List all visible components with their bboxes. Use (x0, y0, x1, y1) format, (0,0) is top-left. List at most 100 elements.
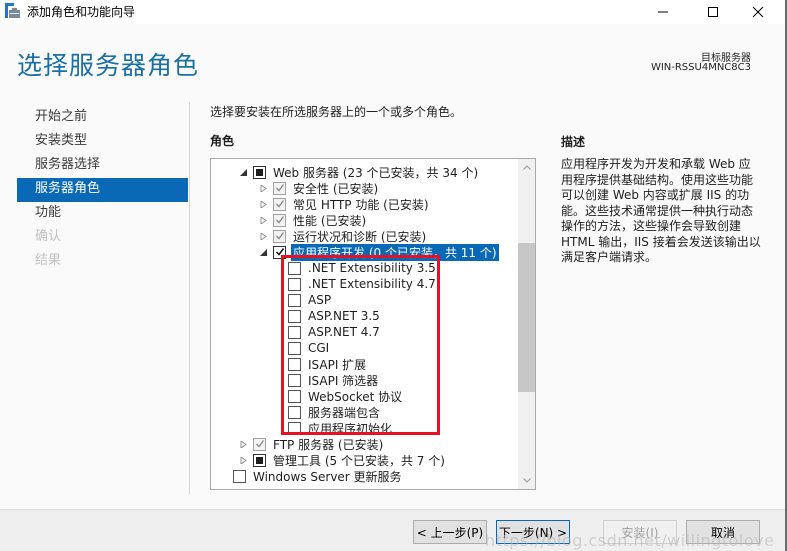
tree-item[interactable]: ISAPI 筛选器 (288, 372, 380, 388)
cancel-button[interactable]: 取消 (686, 520, 760, 544)
target-server-name: WIN-RSSU4MNC8C3 (650, 62, 751, 73)
tree-item-label[interactable]: .NET Extensibility 4.7 (306, 277, 438, 291)
checkmark-icon (275, 200, 284, 208)
vertical-scrollbar[interactable] (518, 159, 535, 489)
tree-item-label[interactable]: 应用程序开发 (0 个已安装，共 11 个) (291, 243, 499, 261)
collapsed-arrow-icon[interactable] (257, 182, 269, 194)
checkbox-unchecked[interactable] (233, 469, 246, 483)
intro-text: 选择要安装在所选服务器上的一个或多个角色。 (210, 105, 463, 119)
tree-item[interactable]: 性能 (已安装) (257, 212, 368, 228)
roles-tree[interactable]: Web 服务器 (23 个已安装，共 34 个) 安全性 (已安装) 常见 HTTP… (210, 158, 536, 490)
partial-indicator-icon (256, 456, 263, 464)
tree-item-label[interactable]: 管理工具 (5 个已安装，共 7 个) (271, 452, 447, 469)
tree-item-label[interactable]: 运行状况和诊断 (已安装) (291, 228, 428, 245)
checkmark-icon (275, 248, 284, 256)
install-button: 安装(I) (603, 520, 677, 544)
next-button[interactable]: 下一步(N) > (496, 520, 570, 544)
tree-item-label[interactable]: 常见 HTTP 功能 (已安装) (291, 196, 431, 213)
tree-item[interactable]: WebSocket 协议 (288, 388, 404, 404)
tree-item[interactable]: 运行状况和诊断 (已安装) (257, 228, 428, 244)
checkbox-installed[interactable] (273, 213, 286, 227)
tree-item[interactable]: FTP 服务器 (已安装) (237, 436, 385, 452)
tree-item-label[interactable]: Windows Server 更新服务 (251, 468, 404, 485)
tree-item-label[interactable]: ASP (306, 293, 333, 307)
tree-item[interactable]: ASP.NET 3.5 (288, 308, 382, 324)
checkbox-unchecked[interactable] (288, 277, 301, 291)
tree-item-label[interactable]: 服务器端包含 (306, 404, 382, 421)
tree-item-label[interactable]: FTP 服务器 (已安装) (271, 436, 385, 453)
checkbox-unchecked[interactable] (288, 341, 301, 355)
tree-item-label[interactable]: ISAPI 筛选器 (306, 372, 380, 389)
scroll-thumb[interactable] (518, 243, 535, 392)
tree-item-label[interactable]: .NET Extensibility 3.5 (306, 261, 438, 275)
tree-item[interactable]: 管理工具 (5 个已安装，共 7 个) (237, 452, 447, 468)
checkbox-unchecked[interactable] (288, 293, 301, 307)
tree-item[interactable]: ASP.NET 4.7 (288, 324, 382, 340)
checkbox-installed[interactable] (253, 437, 266, 451)
tree-item[interactable]: 应用程序初始化 (288, 420, 394, 436)
tree-item-label[interactable]: WebSocket 协议 (306, 388, 404, 405)
tree-item[interactable]: CGI (288, 340, 331, 356)
collapsed-arrow-icon[interactable] (257, 230, 269, 242)
checkbox-unchecked[interactable] (288, 373, 301, 387)
tree-item[interactable]: Windows Server 更新服务 (233, 468, 404, 484)
checkbox-installed[interactable] (273, 197, 286, 211)
checkbox-installed[interactable] (273, 229, 286, 243)
checkbox-checked[interactable] (273, 245, 286, 259)
tree-item[interactable]: 安全性 (已安装) (257, 180, 380, 196)
checkbox-unchecked[interactable] (288, 357, 301, 371)
scroll-down-button[interactable] (518, 472, 535, 489)
tree-item[interactable]: Web 服务器 (23 个已安装，共 34 个) (237, 164, 480, 180)
tree-item-label[interactable]: ISAPI 扩展 (306, 356, 368, 373)
checkbox-installed[interactable] (273, 181, 286, 195)
collapsed-arrow-icon[interactable] (257, 214, 269, 226)
chevron-up-icon (522, 165, 531, 170)
nav-item-installation-type[interactable]: 安装类型 (17, 130, 188, 154)
tree-item[interactable]: ASP (288, 292, 333, 308)
roles-heading: 角色 (210, 134, 235, 148)
server-manager-icon (5, 3, 20, 18)
minimize-button[interactable] (640, 0, 686, 24)
nav-item-features[interactable]: 功能 (17, 202, 188, 226)
tree-item-label[interactable]: 性能 (已安装) (291, 212, 368, 229)
checkmark-icon (275, 216, 284, 224)
wizard-header: 选择服务器角色 目标服务器 WIN-RSSU4MNC8C3 (0, 24, 785, 94)
tree-item[interactable]: .NET Extensibility 3.5 (288, 260, 438, 276)
checkbox-partial[interactable] (253, 165, 266, 179)
tree-item-label[interactable]: CGI (306, 341, 331, 355)
tree-item-label[interactable]: ASP.NET 3.5 (306, 309, 382, 323)
collapsed-arrow-icon[interactable] (237, 454, 249, 466)
tree-item[interactable]: 应用程序开发 (0 个已安装，共 11 个) (257, 243, 499, 261)
maximize-button[interactable] (690, 0, 736, 24)
tree-item-label[interactable]: ASP.NET 4.7 (306, 325, 382, 339)
collapsed-arrow-icon[interactable] (237, 438, 249, 450)
checkbox-partial[interactable] (253, 453, 266, 467)
page-title: 选择服务器角色 (17, 51, 200, 80)
checkmark-icon (255, 440, 264, 448)
close-button[interactable] (735, 0, 781, 24)
tree-item[interactable]: ISAPI 扩展 (288, 356, 368, 372)
tree-item[interactable]: 服务器端包含 (288, 404, 382, 420)
collapsed-arrow-icon[interactable] (257, 198, 269, 210)
tree-item-label[interactable]: Web 服务器 (23 个已安装，共 34 个) (271, 164, 480, 181)
scroll-up-button[interactable] (518, 159, 535, 176)
previous-button[interactable]: < 上一步(P) (413, 520, 487, 544)
close-icon (752, 6, 764, 18)
nav-item-before-you-begin[interactable]: 开始之前 (17, 106, 188, 130)
checkbox-unchecked[interactable] (288, 389, 301, 403)
tree-item[interactable]: 常见 HTTP 功能 (已安装) (257, 196, 431, 212)
tree-item-label[interactable]: 应用程序初始化 (306, 420, 394, 437)
nav-item-server-selection[interactable]: 服务器选择 (17, 154, 188, 178)
checkbox-unchecked[interactable] (288, 261, 301, 275)
checkbox-unchecked[interactable] (288, 325, 301, 339)
description-heading: 描述 (561, 135, 586, 149)
checkbox-unchecked[interactable] (288, 309, 301, 323)
tree-item-label[interactable]: 安全性 (已安装) (291, 180, 380, 197)
expanded-arrow-icon[interactable] (237, 166, 249, 178)
nav-item-server-roles[interactable]: 服务器角色 (17, 178, 188, 202)
tree-item[interactable]: .NET Extensibility 4.7 (288, 276, 438, 292)
checkbox-unchecked[interactable] (288, 405, 301, 419)
maximize-icon (708, 7, 718, 17)
checkbox-unchecked[interactable] (288, 421, 301, 435)
expanded-arrow-icon[interactable] (257, 246, 269, 258)
